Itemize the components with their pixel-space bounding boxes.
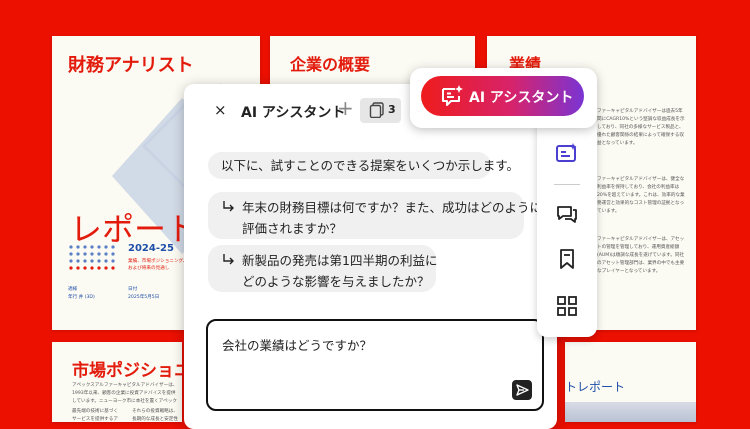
cover-dot-grid: [69, 245, 115, 270]
market-col-2: それらの投資戦略は、長期的な成長と安定性を目指しています。: [132, 409, 178, 422]
suggestion-1-text: 年末の財務目標は何ですか？また、成功はどのように 評価されますか？: [242, 197, 542, 239]
suggestion-2-line-2: どのような影響を与えましたか？: [242, 274, 430, 289]
market-title: 市場ポジショニ: [72, 361, 182, 381]
suggestion-1[interactable]: 年末の財務目標は何ですか？また、成功はどのように 評価されますか？: [208, 192, 542, 239]
suggestion-2[interactable]: 新製品の発売は第1四半期の利益に どのような影響を与えましたか？: [208, 245, 437, 292]
intro-message: 以下に、試すことのできる提案をいくつか示します。: [208, 152, 519, 179]
ai-chat-sparkle-icon: [442, 85, 463, 106]
report-title: トレポート: [565, 380, 626, 394]
add-icon[interactable]: +: [337, 97, 354, 119]
suggestion-2-text: 新製品の発売は第1四半期の利益に どのような影響を与えましたか？: [242, 250, 437, 292]
suggestion-1-line-2: 評価されますか？: [242, 221, 343, 236]
performance-para-2: ファーキャピタルアドバイザーは、健全な利益率を保持しており、会社の利益率は20%…: [597, 177, 685, 214]
cover-date-label: 日付: [128, 287, 138, 292]
cover-author-label: 適様: [68, 287, 78, 292]
ai-assistant-button-label: AI アシスタント: [469, 90, 574, 106]
comment-icon[interactable]: [555, 202, 579, 226]
intro-message-text: 以下に、試すことのできる提案をいくつか示します。: [221, 158, 520, 173]
cover-subtitle: 業績、市場ポジショニング、および将来の見通し: [128, 259, 188, 271]
send-icon: [516, 384, 529, 396]
ai-assistant-button[interactable]: AI アシスタント: [421, 76, 584, 116]
attached-files-button[interactable]: 3: [360, 98, 401, 123]
send-button[interactable]: [512, 380, 532, 400]
attached-files-count: 3: [388, 103, 396, 116]
ai-assistant-panel: × AI アシスタント + 3 以下に、試すことのできる提案をいくつか示します。…: [184, 84, 557, 429]
rail-divider: [554, 184, 580, 185]
doc-page-report: トレポート: [565, 342, 696, 422]
cover-author-value: 年行 井 (3D): [68, 295, 95, 300]
side-rail: [537, 122, 597, 337]
suggestion-1-line-1: 年末の財務目標は何ですか？また、成功はどのように: [242, 200, 543, 215]
cover-date-value: 2025年5月5日: [128, 295, 160, 300]
performance-para-3: ファーキャピタルアドバイザーは、アセットの管理を管理しており、運用資産総額(AU…: [597, 237, 685, 274]
files-icon: [369, 102, 384, 118]
report-image: [565, 402, 696, 422]
performance-para-1: ファーキャピタルアドバイザーは過去5年間にCAGR10%という堅調な収益成長を示…: [597, 109, 685, 146]
prompt-input[interactable]: 会社の業績はどうですか？: [206, 319, 544, 411]
grid-icon[interactable]: [555, 294, 579, 318]
bookmark-icon[interactable]: [555, 247, 579, 271]
ai-assistant-callout: AI アシスタント: [410, 68, 597, 128]
ai-assistant-icon[interactable]: [555, 142, 579, 166]
prompt-input-value: 会社の業績はどうですか？: [222, 338, 373, 353]
suggestion-arrow-icon: [223, 254, 234, 265]
overview-title: 企業の概要: [290, 55, 371, 74]
doc-page-market: 市場ポジショニ アペックスアルファーキャピタルアドバイザーは、1993年以来、顧…: [52, 342, 182, 422]
suggestion-2-line-1: 新製品の発売は第1四半期の利益に: [242, 253, 438, 268]
cover-year: 2024-25: [128, 243, 174, 254]
panel-title: AI アシスタント: [241, 105, 346, 121]
close-icon[interactable]: ×: [214, 103, 227, 118]
suggestion-arrow-icon: [223, 201, 234, 212]
market-col-1: 最先端の技術に基づくサービスを提供するアペックスアルファーは、クライアントのニー…: [72, 409, 118, 422]
market-para: アペックスアルファーキャピタルアドバイザーは、1993年以来、顧客の企業に投資ア…: [72, 383, 178, 404]
